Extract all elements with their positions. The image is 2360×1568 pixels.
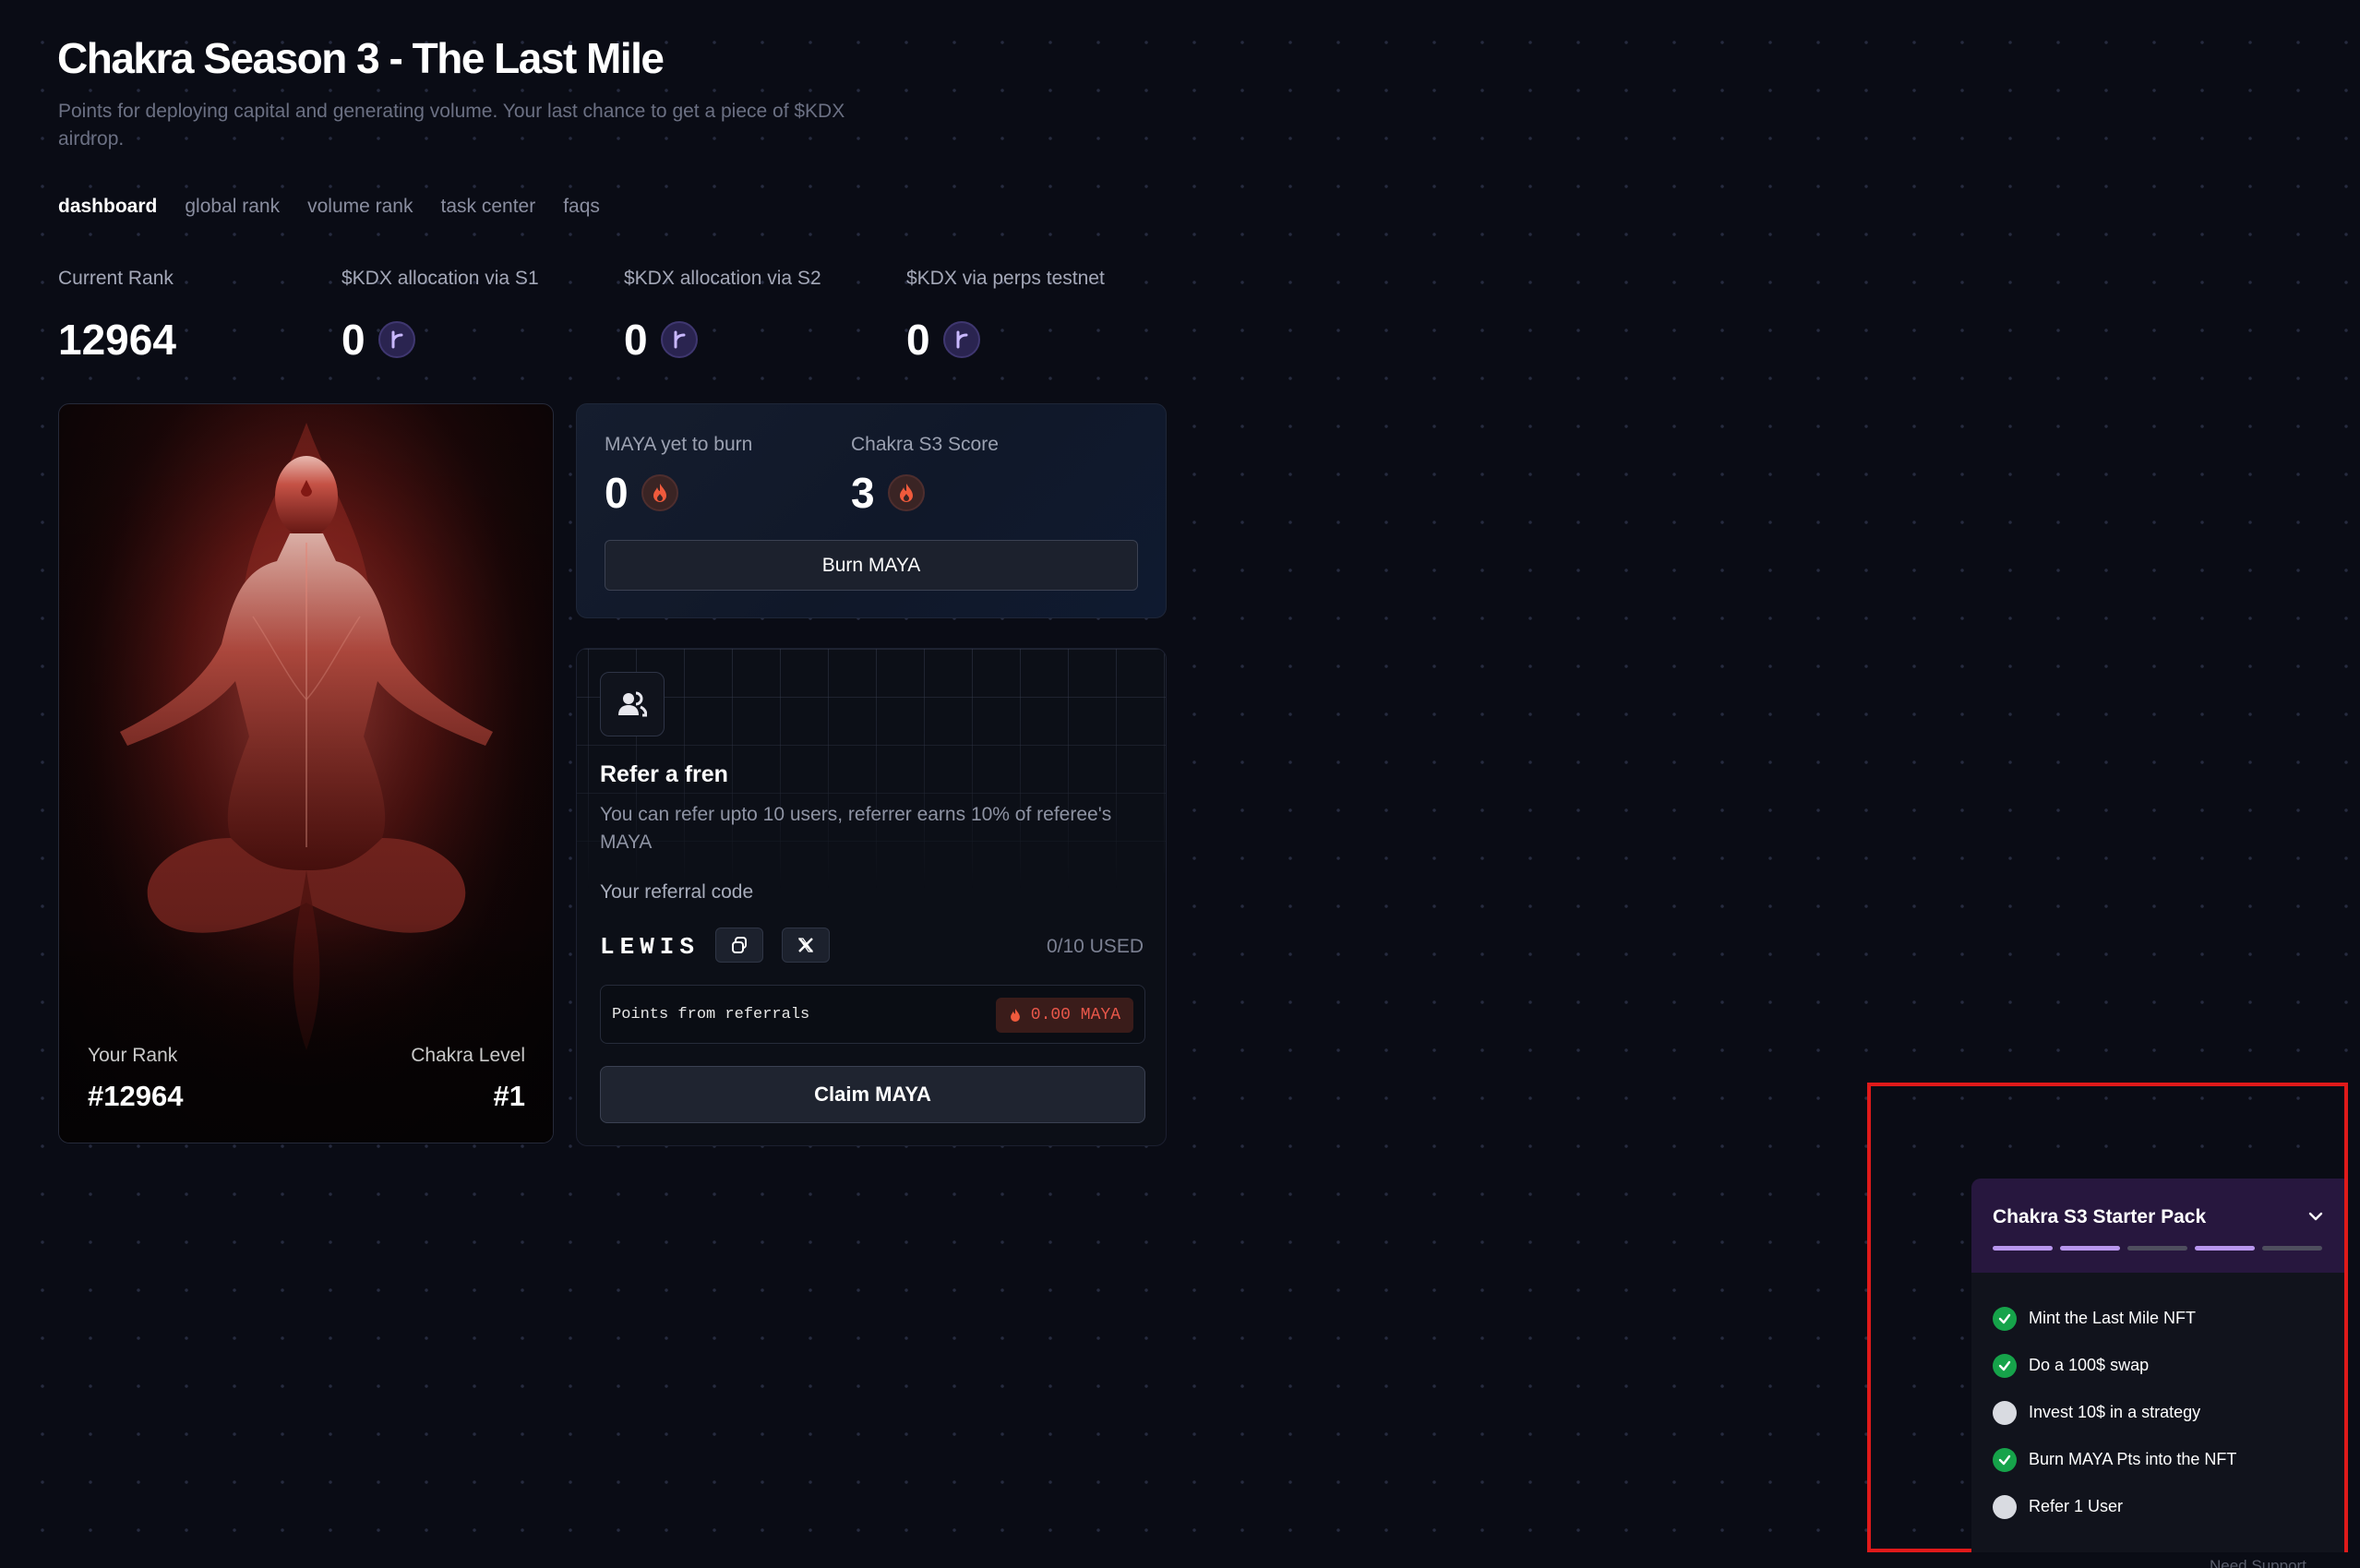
- stat-kdx-perps: $KDX via perps testnet 0: [906, 268, 1105, 364]
- stat-label: Current Rank: [58, 268, 174, 289]
- stat-label: $KDX via perps testnet: [906, 268, 1105, 289]
- need-support-link[interactable]: Need Support: [2210, 1557, 2306, 1568]
- progress-segment: [2262, 1246, 2322, 1251]
- starter-pack-header[interactable]: Chakra S3 Starter Pack: [1971, 1179, 2344, 1273]
- score-value: 3: [851, 469, 875, 517]
- tab-faqs[interactable]: faqs: [563, 196, 600, 218]
- task-label: Mint the Last Mile NFT: [2029, 1309, 2197, 1327]
- tab-volume-rank[interactable]: volume rank: [307, 196, 413, 218]
- stat-kdx-s2: $KDX allocation via S2 0: [624, 268, 821, 364]
- stat-value: 0: [624, 316, 648, 364]
- referral-card: Refer a fren You can refer upto 10 users…: [576, 648, 1167, 1146]
- referral-usage: 0/10 USED: [1046, 936, 1144, 957]
- points-label: Points from referrals: [612, 1006, 810, 1023]
- share-x-button[interactable]: [782, 928, 830, 963]
- nft-rank-value: #12964: [88, 1080, 184, 1112]
- check-circle-icon: [1993, 1447, 2017, 1472]
- task-item[interactable]: Refer 1 User: [1993, 1483, 2236, 1530]
- referral-code: LEWIS: [600, 933, 701, 961]
- burn-card: MAYA yet to burn 0 Chakra S3 Score 3 Bur…: [576, 403, 1167, 618]
- nft-level-value: #1: [493, 1080, 525, 1112]
- x-logo-icon: [797, 938, 814, 952]
- stat-kdx-s1: $KDX allocation via S1 0: [341, 268, 539, 364]
- burn-maya-button[interactable]: Burn MAYA: [605, 540, 1138, 591]
- page-title: Chakra Season 3 - The Last Mile: [57, 34, 665, 82]
- chevron-down-icon[interactable]: [2306, 1206, 2326, 1227]
- starter-pack-progress: [1993, 1246, 2322, 1251]
- stat-label: $KDX allocation via S2: [624, 268, 821, 289]
- fire-icon: [1010, 1009, 1020, 1022]
- claim-maya-button[interactable]: Claim MAYA: [600, 1066, 1145, 1123]
- empty-circle-icon: [1993, 1400, 2017, 1425]
- nft-rank-label: Your Rank: [88, 1045, 178, 1066]
- task-label: Burn MAYA Pts into the NFT: [2029, 1450, 2237, 1468]
- empty-circle-icon: [1993, 1494, 2017, 1519]
- chakra-score: Chakra S3 Score 3: [851, 434, 999, 517]
- stat-value: 0: [906, 316, 930, 364]
- nft-level-label: Chakra Level: [411, 1045, 525, 1066]
- starter-pack-task-list: Mint the Last Mile NFT Do a 100$ swap In…: [1993, 1295, 2236, 1530]
- kdx-token-icon: [942, 321, 980, 358]
- stat-current-rank: Current Rank 12964: [58, 268, 176, 364]
- stat-label: $KDX allocation via S1: [341, 268, 539, 289]
- stat-value: 0: [341, 316, 365, 364]
- fire-icon: [887, 474, 925, 511]
- copy-code-button[interactable]: [715, 928, 763, 963]
- stat-value: 12964: [58, 316, 176, 364]
- task-item[interactable]: Do a 100$ swap: [1993, 1342, 2236, 1389]
- copy-icon: [732, 937, 747, 953]
- tab-global-rank[interactable]: global rank: [185, 196, 280, 218]
- task-item[interactable]: Burn MAYA Pts into the NFT: [1993, 1436, 2236, 1483]
- points-from-referrals: Points from referrals 0.00 MAYA: [600, 985, 1145, 1044]
- maya-yet-to-burn: MAYA yet to burn 0: [605, 434, 753, 517]
- score-label: Chakra S3 Score: [851, 434, 999, 455]
- task-label: Refer 1 User: [2029, 1497, 2124, 1515]
- task-item[interactable]: Invest 10$ in a strategy: [1993, 1389, 2236, 1436]
- progress-segment: [2060, 1246, 2120, 1251]
- tab-bar: dashboard global rank volume rank task c…: [58, 196, 600, 218]
- task-item[interactable]: Mint the Last Mile NFT: [1993, 1295, 2236, 1342]
- nft-artwork: [59, 404, 553, 1143]
- task-label: Do a 100$ swap: [2029, 1356, 2150, 1374]
- points-value: 0.00 MAYA: [1030, 1006, 1120, 1024]
- nft-card[interactable]: Your Rank #12964 Chakra Level #1: [58, 403, 554, 1143]
- users-icon: [600, 672, 665, 736]
- referral-title: Refer a fren: [600, 761, 728, 787]
- kdx-token-icon: [660, 321, 698, 358]
- referral-code-label: Your referral code: [600, 881, 754, 903]
- maya-label: MAYA yet to burn: [605, 434, 753, 455]
- check-circle-icon: [1993, 1353, 2017, 1378]
- maya-value: 0: [605, 469, 629, 517]
- tab-task-center[interactable]: task center: [440, 196, 535, 218]
- fire-icon: [641, 474, 678, 511]
- check-circle-icon: [1993, 1306, 2017, 1331]
- tab-dashboard[interactable]: dashboard: [58, 196, 157, 218]
- starter-pack-title: Chakra S3 Starter Pack: [1993, 1206, 2207, 1227]
- progress-segment: [2127, 1246, 2187, 1251]
- referral-description: You can refer upto 10 users, referrer ea…: [600, 804, 1112, 853]
- page-subtitle: Points for deploying capital and generat…: [58, 101, 845, 150]
- task-label: Invest 10$ in a strategy: [2029, 1403, 2201, 1421]
- points-badge: 0.00 MAYA: [995, 998, 1133, 1033]
- progress-segment: [2195, 1246, 2255, 1251]
- progress-segment: [1993, 1246, 2053, 1251]
- starter-pack-panel: Chakra S3 Starter Pack Mint the Last Mil…: [1971, 1179, 2344, 1552]
- kdx-token-icon: [377, 321, 415, 358]
